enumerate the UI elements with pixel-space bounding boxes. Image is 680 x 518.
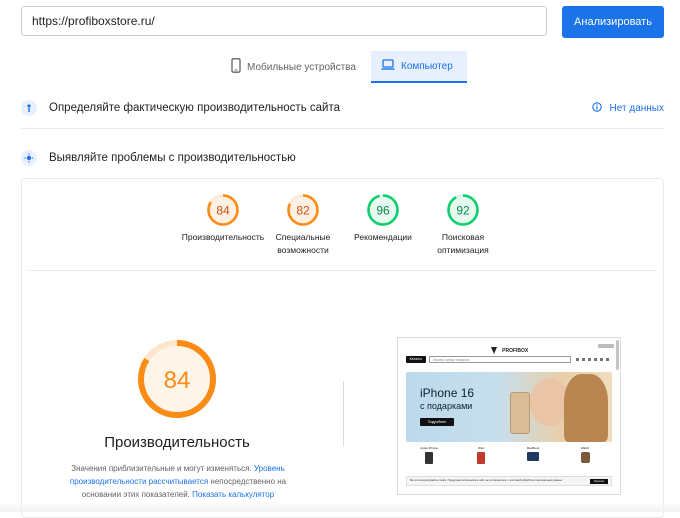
logo-icon: [490, 347, 497, 355]
score-gauge-ring: 82: [287, 194, 319, 226]
lab-data-title: Выявляйте проблемы с производительностью: [49, 152, 296, 164]
score-gauge-seo[interactable]: 92 Поисковая оптимизация: [418, 193, 508, 257]
info-icon: [591, 102, 602, 115]
main-score-label: Производительность: [104, 434, 250, 451]
tab-desktop[interactable]: Компьютер: [371, 51, 467, 83]
score-label-performance: Производительность: [181, 232, 265, 242]
score-gauge-best-practices[interactable]: 96 Рекомендации: [338, 193, 428, 244]
svg-text:82: 82: [296, 204, 310, 218]
vertical-divider: [343, 381, 344, 447]
no-data-label: Нет данных: [609, 103, 664, 114]
score-label-seo: Поисковая оптимизация: [437, 232, 489, 255]
preview-catalog-button: Каталог: [406, 356, 426, 363]
preview-scrollbar: [616, 340, 619, 370]
tab-mobile-label: Мобильные устройства: [247, 61, 356, 73]
lighthouse-report-card: 84 Производительность 82 Специальные воз…: [21, 178, 664, 518]
main-score-value: 84: [164, 367, 191, 394]
lab-data-icon: [21, 150, 37, 166]
preview-phone-image: [510, 392, 530, 434]
preview-header-icons: [598, 344, 614, 348]
preview-product: iPad: [472, 446, 490, 468]
score-gauge-performance[interactable]: 84 Производительность: [178, 193, 268, 244]
preview-header: PROFIBOX: [398, 342, 620, 355]
page-bottom-fade: [0, 502, 680, 512]
score-description: Значения приблизительные и могут изменят…: [62, 462, 294, 501]
tab-mobile[interactable]: Мобильные устройства: [221, 51, 366, 83]
preview-product-grid: Apple iPhone iPad MacBook Watch: [406, 446, 612, 480]
score-gauge-ring: 96: [367, 194, 399, 226]
url-input[interactable]: [21, 6, 547, 36]
score-gauge-ring: 92: [447, 194, 479, 226]
svg-text:84: 84: [216, 204, 230, 218]
svg-text:92: 92: [456, 204, 470, 218]
card-divider: [28, 270, 657, 271]
preview-product: MacBook: [524, 446, 542, 468]
score-gauge-ring: 84: [207, 194, 239, 226]
score-label-accessibility: Специальные возможности: [275, 232, 331, 255]
preview-woman-hair: [564, 374, 608, 442]
field-data-icon: [21, 100, 37, 116]
svg-text:96: 96: [376, 204, 390, 218]
score-gauge-accessibility[interactable]: 82 Специальные возможности: [258, 193, 348, 257]
field-data-section: Определяйте фактическую производительнос…: [21, 100, 664, 116]
lab-data-section: Выявляйте проблемы с производительностью: [21, 150, 664, 166]
preview-cookie-banner: Мы используем файлы cookie. Продолжая ис…: [406, 476, 612, 486]
section-divider: [21, 128, 664, 129]
preview-hero-banner: iPhone 16 с подарками Подробнее: [406, 372, 612, 442]
preview-cookie-text: Мы используем файлы cookie. Продолжая ис…: [410, 479, 563, 482]
preview-product: Apple iPhone: [420, 446, 438, 468]
score-label-best-practices: Рекомендации: [354, 232, 412, 242]
field-data-title: Определяйте фактическую производительнос…: [49, 102, 340, 114]
preview-search: Искать среди товаров: [429, 356, 571, 363]
laptop-icon: [381, 59, 395, 73]
preview-hero-button: Подробнее: [420, 418, 454, 426]
no-data-status[interactable]: Нет данных: [591, 102, 664, 115]
device-tabs: Мобильные устройства Компьютер: [0, 51, 680, 83]
tab-desktop-label: Компьютер: [401, 60, 453, 72]
preview-hero-title: iPhone 16: [420, 386, 475, 400]
show-calculator-link[interactable]: Показать калькулятор: [192, 490, 274, 499]
preview-nav-icons: [576, 358, 612, 361]
preview-hero-subtitle: с подарками: [420, 401, 473, 411]
description-text-1: Значения приблизительные и могут изменят…: [71, 464, 252, 473]
page-screenshot: PROFIBOX Каталог Искать среди товаров iP…: [397, 337, 621, 495]
analyze-button[interactable]: Анализировать: [562, 6, 664, 38]
preview-product: Watch: [576, 446, 594, 468]
phone-icon: [231, 58, 241, 76]
main-score-gauge: 84: [138, 340, 216, 418]
preview-logo: PROFIBOX: [502, 347, 529, 354]
preview-cookie-button: Хорошо: [590, 479, 608, 484]
